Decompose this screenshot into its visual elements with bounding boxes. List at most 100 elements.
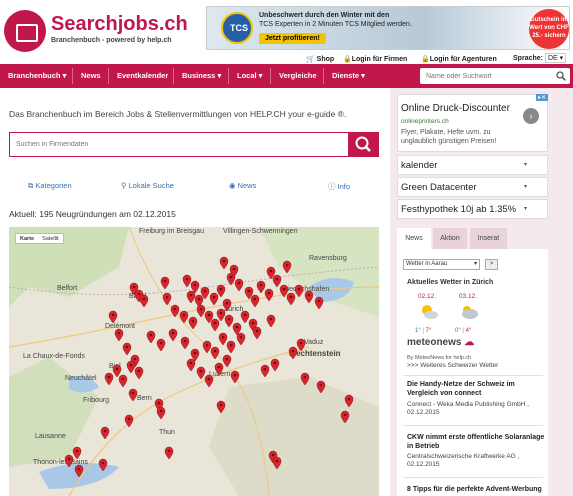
map-pin-icon[interactable] xyxy=(270,358,280,372)
map-pin-icon[interactable] xyxy=(139,294,149,308)
map-pin-icon[interactable] xyxy=(252,326,262,340)
map-pin-icon[interactable] xyxy=(272,274,282,288)
nav-eventkalender[interactable]: Eventkalender xyxy=(117,64,168,88)
nav-search[interactable] xyxy=(420,68,570,84)
meteonews-logo[interactable]: meteonews ☁ xyxy=(407,337,474,348)
map-pin-icon[interactable] xyxy=(288,346,298,360)
map-pin-icon[interactable] xyxy=(134,366,144,380)
more-weather-link[interactable]: >>> Weiteres Schweizer Wetter xyxy=(407,362,498,369)
login-agenturen-link[interactable]: 🔒Login für Agenturen xyxy=(421,55,497,63)
map-pin-icon[interactable] xyxy=(186,290,196,304)
weather-location-select[interactable]: Wetter in Aarau ▾ xyxy=(403,259,480,270)
header-ad-banner[interactable]: TCS Unbeschwert durch den Winter mit den… xyxy=(206,6,570,50)
company-map[interactable]: Karte Satellit Freiburg im Breisgau Vill… xyxy=(9,227,379,496)
nav-branchenbuch[interactable]: Branchenbuch ▾ xyxy=(8,64,66,88)
map-pin-icon[interactable] xyxy=(219,256,229,270)
map-pin-icon[interactable] xyxy=(240,310,250,324)
map-pin-icon[interactable] xyxy=(196,304,206,318)
map-pin-icon[interactable] xyxy=(222,298,232,312)
map-pin-icon[interactable] xyxy=(216,400,226,414)
map-pin-icon[interactable] xyxy=(156,338,166,352)
map-pin-icon[interactable] xyxy=(226,340,236,354)
map-pin-icon[interactable] xyxy=(64,454,74,468)
tab-news[interactable]: ◉ News xyxy=(229,181,256,190)
ad-cta-button[interactable]: Jetzt profitieren! xyxy=(259,33,326,44)
map-pin-icon[interactable] xyxy=(344,394,354,408)
map-pin-icon[interactable] xyxy=(122,342,132,356)
map-pin-icon[interactable] xyxy=(108,310,118,324)
map-pin-icon[interactable] xyxy=(222,354,232,368)
map-pin-icon[interactable] xyxy=(182,274,192,288)
map-pin-icon[interactable] xyxy=(164,446,174,460)
map-pin-icon[interactable] xyxy=(216,284,226,298)
map-pin-icon[interactable] xyxy=(210,346,220,360)
map-pin-icon[interactable] xyxy=(236,332,246,346)
nav-search-input[interactable] xyxy=(420,68,550,84)
nav-dienste[interactable]: Dienste ▾ xyxy=(332,64,365,88)
sidebar-ad-row[interactable]: Festhypothek 10j ab 1.35% ▾ xyxy=(397,199,548,219)
tab-lokale-suche[interactable]: ⚲ Lokale Suche xyxy=(121,181,174,190)
map-pin-icon[interactable] xyxy=(100,426,110,440)
login-firmen-link[interactable]: 🔒Login für Firmen xyxy=(343,55,407,63)
sidebar-ad[interactable]: ▸✕ Online Druck-Discounter onlineprinter… xyxy=(397,94,548,152)
map-pin-icon[interactable] xyxy=(314,296,324,310)
map-pin-icon[interactable] xyxy=(300,372,310,386)
logo-title[interactable]: Searchjobs.ch xyxy=(51,13,188,36)
map-pin-icon[interactable] xyxy=(234,278,244,292)
sidebar-ad-row[interactable]: kalender ▾ xyxy=(397,155,548,175)
map-pin-icon[interactable] xyxy=(296,338,306,352)
map-pin-icon[interactable] xyxy=(282,260,292,274)
shop-link[interactable]: 🛒 Shop xyxy=(306,55,334,63)
map-pin-icon[interactable] xyxy=(266,314,276,328)
sidebar-tab-news[interactable]: News xyxy=(397,228,431,249)
tab-info[interactable]: ⓘ Info xyxy=(328,181,350,192)
nav-news[interactable]: News xyxy=(81,64,101,88)
map-pin-icon[interactable] xyxy=(286,292,296,306)
map-pin-icon[interactable] xyxy=(230,370,240,384)
map-pin-icon[interactable] xyxy=(260,364,270,378)
map-pin-icon[interactable] xyxy=(209,292,219,306)
map-pin-icon[interactable] xyxy=(114,328,124,342)
nav-business[interactable]: Business ▾ xyxy=(182,64,221,88)
map-pin-icon[interactable] xyxy=(180,336,190,350)
company-search[interactable] xyxy=(9,132,349,157)
map-pin-icon[interactable] xyxy=(179,310,189,324)
news-headline[interactable]: 8 Tipps für die perfekte Advent-Werbung xyxy=(407,485,547,494)
language-select[interactable]: DE ▾ xyxy=(545,53,567,63)
map-pin-icon[interactable] xyxy=(168,328,178,342)
map-pin-icon[interactable] xyxy=(250,294,260,308)
search-icon[interactable] xyxy=(556,71,566,81)
map-pin-icon[interactable] xyxy=(256,280,266,294)
company-search-button[interactable] xyxy=(348,132,379,157)
map-pin-icon[interactable] xyxy=(264,288,274,302)
sidebar-ad-row[interactable]: Green Datacenter ▾ xyxy=(397,177,548,197)
map-pin-icon[interactable] xyxy=(272,456,282,470)
news-headline[interactable]: Die Handy-Netze der Schweiz im Vergleich… xyxy=(407,380,547,398)
map-pin-icon[interactable] xyxy=(112,364,122,378)
map-pin-icon[interactable] xyxy=(218,332,228,346)
map-pin-icon[interactable] xyxy=(118,374,128,388)
map-pin-icon[interactable] xyxy=(210,318,220,332)
map-pin-icon[interactable] xyxy=(224,314,234,328)
map-pin-icon[interactable] xyxy=(72,446,82,460)
map-pin-icon[interactable] xyxy=(204,374,214,388)
map-pin-icon[interactable] xyxy=(104,372,114,386)
map-pin-icon[interactable] xyxy=(304,290,314,304)
map-pin-icon[interactable] xyxy=(279,284,289,298)
map-pin-icon[interactable] xyxy=(98,458,108,472)
ad-close-icon[interactable]: ▸✕ xyxy=(535,94,548,101)
map-pin-icon[interactable] xyxy=(162,292,172,306)
nav-local[interactable]: Local ▾ xyxy=(237,64,262,88)
map-pin-icon[interactable] xyxy=(202,340,212,354)
weather-go-button[interactable]: > xyxy=(485,259,498,270)
map-pin-icon[interactable] xyxy=(74,464,84,478)
map-pin-icon[interactable] xyxy=(316,380,326,394)
news-headline[interactable]: CKW nimmt erste öffentliche Solaranlage … xyxy=(407,433,547,451)
map-pin-icon[interactable] xyxy=(214,362,224,376)
map-pin-icon[interactable] xyxy=(160,276,170,290)
sidebar-tab-inserat[interactable]: Inserat xyxy=(470,228,507,249)
map-pin-icon[interactable] xyxy=(146,330,156,344)
company-search-input[interactable] xyxy=(10,133,330,156)
map-pin-icon[interactable] xyxy=(340,410,350,424)
map-pin-icon[interactable] xyxy=(186,358,196,372)
